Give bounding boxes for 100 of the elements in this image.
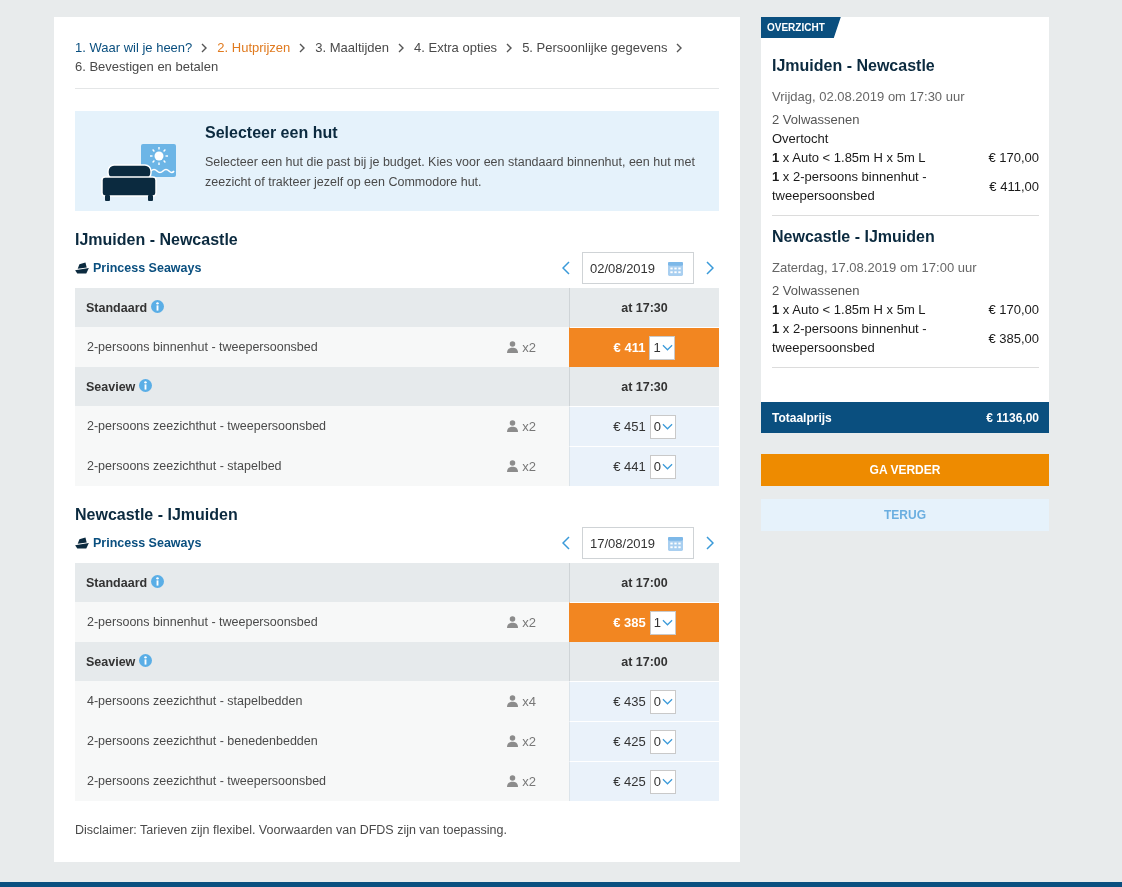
occupancy-count: x4 bbox=[522, 693, 536, 709]
calendar-icon[interactable] bbox=[668, 260, 683, 276]
occupancy-count: x2 bbox=[522, 339, 536, 355]
banner-text: Selecteer een hut die past bij je budget. Kies voor een standaard binnenhut, een hut met zeezicht of trakteer jezelf op een Commodore hut. bbox=[205, 154, 696, 191]
date-field[interactable]: 02/08/2019 bbox=[582, 252, 694, 284]
chevron-right-icon bbox=[506, 42, 513, 53]
chevron-right-icon[interactable] bbox=[706, 261, 714, 275]
price-cell[interactable]: € 451 0 bbox=[569, 406, 719, 446]
cabin-name: 2-persoons binnenhut - tweepersoonsbed bbox=[87, 340, 319, 354]
quantity-select[interactable]: 0 bbox=[649, 454, 676, 479]
passenger-count: 2 Volwassenen bbox=[772, 111, 861, 129]
chevron-down-icon bbox=[662, 423, 673, 430]
bed-with-sea-view-icon bbox=[101, 144, 176, 201]
occupancy-count: x2 bbox=[522, 458, 536, 474]
occupancy-count: x2 bbox=[522, 418, 536, 434]
person-icon bbox=[507, 420, 519, 432]
chevron-down-icon bbox=[662, 698, 673, 705]
info-icon[interactable] bbox=[139, 378, 153, 392]
person-icon bbox=[507, 695, 519, 707]
price: € 385 bbox=[613, 615, 646, 630]
departure-time-cell: at 17:00 bbox=[569, 563, 719, 602]
occupancy-count: x2 bbox=[522, 614, 536, 630]
item-price: € 170,00 bbox=[988, 301, 1039, 319]
breadcrumb-step[interactable]: 1. Waar wil je heen? bbox=[75, 38, 193, 57]
item-description: 1 x Auto < 1.85m H x 5m L bbox=[772, 149, 927, 167]
price-cell[interactable]: € 435 0 bbox=[569, 681, 719, 721]
breadcrumb-step[interactable]: 4. Extra opties bbox=[414, 38, 498, 57]
group-name: Standaard bbox=[86, 300, 148, 315]
price: € 425 bbox=[613, 734, 646, 749]
info-icon[interactable] bbox=[151, 299, 165, 313]
item-price: € 411,00 bbox=[989, 177, 1039, 196]
cabin-name: 2-persoons binnenhut - tweepersoonsbed bbox=[87, 615, 319, 629]
total-label: Totaalprijs bbox=[772, 410, 832, 425]
section-label: Overtocht bbox=[772, 130, 830, 148]
departure-time-cell: at 17:30 bbox=[569, 288, 719, 327]
breadcrumb-step[interactable]: 5. Persoonlijke gegevens bbox=[522, 38, 668, 57]
chevron-left-icon[interactable] bbox=[562, 536, 570, 550]
price: € 451 bbox=[613, 419, 646, 434]
route-title: Newcastle - IJmuiden bbox=[75, 505, 239, 525]
leg-title: IJmuiden - Newcastle bbox=[772, 56, 936, 76]
total-price: € 1136,00 bbox=[986, 410, 1039, 425]
item-price: € 170,00 bbox=[988, 149, 1039, 167]
ship-icon bbox=[75, 262, 89, 274]
quantity-select[interactable]: 0 bbox=[649, 414, 676, 439]
banner-title: Selecteer een hut bbox=[205, 123, 339, 143]
info-icon[interactable] bbox=[139, 653, 153, 667]
price: € 411 bbox=[613, 340, 646, 355]
price-cell[interactable]: € 425 0 bbox=[569, 721, 719, 761]
chevron-right-icon bbox=[676, 42, 683, 53]
breadcrumb-step[interactable]: 3. Maaltijden bbox=[315, 38, 389, 57]
passenger-count: 2 Volwassenen bbox=[772, 282, 861, 300]
person-icon bbox=[507, 616, 519, 628]
date-field[interactable]: 17/08/2019 bbox=[582, 527, 694, 559]
group-name: Standaard bbox=[86, 575, 148, 590]
person-icon bbox=[507, 460, 519, 472]
cabin-name: 2-persoons zeezichthut - tweepersoonsbed bbox=[87, 774, 328, 788]
person-icon bbox=[507, 775, 519, 787]
price: € 435 bbox=[613, 694, 646, 709]
cabin-name: 2-persoons zeezichthut - benedenbedden bbox=[87, 734, 319, 748]
info-icon[interactable] bbox=[151, 574, 165, 588]
departure-time-cell: at 17:00 bbox=[569, 642, 719, 681]
price-cell[interactable]: € 411 1 bbox=[569, 327, 719, 367]
chevron-down-icon bbox=[662, 463, 673, 470]
chevron-down-icon bbox=[662, 738, 673, 745]
disclaimer-text: Disclaimer: Tarieven zijn flexibel. Voorwaarden van DFDS zijn van toepassing. bbox=[75, 822, 508, 839]
chevron-right-icon[interactable] bbox=[706, 536, 714, 550]
departure-date: Zaterdag, 17.08.2019 om 17:00 uur bbox=[772, 259, 978, 277]
chevron-left-icon[interactable] bbox=[562, 261, 570, 275]
quantity-select[interactable]: 1 bbox=[649, 610, 676, 635]
calendar-icon[interactable] bbox=[668, 535, 683, 551]
breadcrumb-step[interactable]: 6. Bevestigen en betalen bbox=[75, 57, 219, 76]
item-description: 1 x Auto < 1.85m H x 5m L bbox=[772, 301, 927, 319]
quantity-select[interactable]: 1 bbox=[649, 335, 676, 360]
occupancy-count: x2 bbox=[522, 733, 536, 749]
chevron-right-icon bbox=[299, 42, 306, 53]
price-cell[interactable]: € 425 0 bbox=[569, 761, 719, 801]
departure-time-cell: at 17:30 bbox=[569, 367, 719, 406]
departure-date: Vrijdag, 02.08.2019 om 17:30 uur bbox=[772, 88, 966, 106]
price-cell[interactable]: € 441 0 bbox=[569, 446, 719, 486]
quantity-select[interactable]: 0 bbox=[649, 729, 676, 754]
route-title: IJmuiden - Newcastle bbox=[75, 230, 239, 250]
item-description: 1 x 2-persoons binnenhut - tweepersoonsbed bbox=[772, 168, 928, 205]
price: € 425 bbox=[613, 774, 646, 789]
summary-tag: OVERZICHT bbox=[761, 17, 841, 38]
ship-icon bbox=[75, 537, 89, 549]
chevron-right-icon bbox=[201, 42, 208, 53]
quantity-select[interactable]: 0 bbox=[649, 689, 676, 714]
group-name: Seaview bbox=[86, 379, 136, 394]
person-icon bbox=[507, 341, 519, 353]
cabin-name: 2-persoons zeezichthut - stapelbed bbox=[87, 459, 283, 473]
chevron-right-icon bbox=[398, 42, 404, 53]
chevron-down-icon bbox=[662, 778, 673, 785]
item-price: € 385,00 bbox=[988, 329, 1039, 348]
ship-name: Princess Seaways bbox=[93, 261, 202, 275]
chevron-down-icon bbox=[661, 344, 673, 351]
price-cell[interactable]: € 385 1 bbox=[569, 602, 719, 642]
quantity-select[interactable]: 0 bbox=[649, 769, 676, 794]
group-name: Seaview bbox=[86, 654, 136, 669]
person-icon bbox=[507, 735, 519, 747]
leg-title: Newcastle - IJmuiden bbox=[772, 227, 936, 247]
